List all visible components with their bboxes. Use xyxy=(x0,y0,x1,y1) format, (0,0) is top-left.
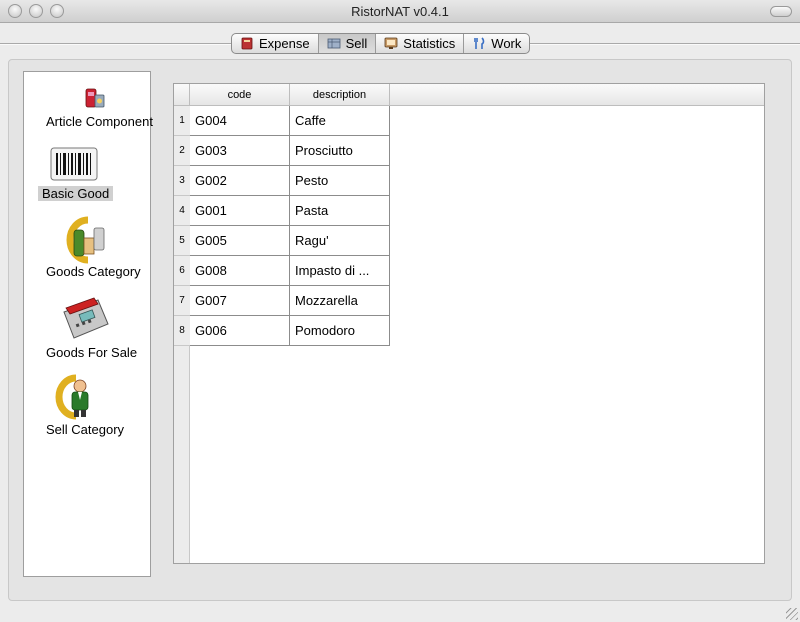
tab-sell-label: Sell xyxy=(345,36,368,51)
sidebar-item-basic-good[interactable]: Basic Good xyxy=(24,144,152,204)
table-row[interactable]: 6 G008 Impasto di ... xyxy=(174,256,390,286)
sidebar-item-label: Sell Category xyxy=(46,422,125,437)
table-corner xyxy=(174,84,190,106)
row-number: 1 xyxy=(174,106,190,136)
goods-category-icon xyxy=(66,216,105,264)
zoom-window-icon[interactable] xyxy=(50,4,64,18)
tab-work[interactable]: Work xyxy=(463,34,529,53)
row-number: 4 xyxy=(174,196,190,226)
cell-description[interactable]: Pasta xyxy=(290,196,390,226)
tab-statistics[interactable]: Statistics xyxy=(375,34,463,53)
barcode-icon xyxy=(50,147,98,181)
expense-book-icon xyxy=(241,37,253,50)
cell-code[interactable]: G001 xyxy=(190,196,290,226)
cell-description[interactable]: Pesto xyxy=(290,166,390,196)
close-window-icon[interactable] xyxy=(8,4,22,18)
title-bar: RistorNAT v0.4.1 xyxy=(0,0,800,23)
table-row[interactable]: 1 G004 Caffe xyxy=(174,106,390,136)
resize-grip-icon[interactable] xyxy=(786,608,798,620)
row-number: 5 xyxy=(174,226,190,256)
minimize-window-icon[interactable] xyxy=(29,4,43,18)
cell-description[interactable]: Pomodoro xyxy=(290,316,390,346)
sell-register-icon xyxy=(327,38,340,49)
tab-expense-label: Expense xyxy=(259,36,310,51)
cell-code[interactable]: G004 xyxy=(190,106,290,136)
table-row[interactable]: 7 G007 Mozzarella xyxy=(174,286,390,316)
row-number: 8 xyxy=(174,316,190,346)
cell-code[interactable]: G003 xyxy=(190,136,290,166)
cell-description[interactable]: Prosciutto xyxy=(290,136,390,166)
cell-description[interactable]: Impasto di ... xyxy=(290,256,390,286)
sidebar-item-goods-for-sale[interactable]: Goods For Sale xyxy=(24,292,152,362)
sidebar-item-article-component[interactable]: Article Component xyxy=(24,84,153,132)
tab-expense[interactable]: Expense xyxy=(232,34,318,53)
cell-description[interactable]: Caffe xyxy=(290,106,390,136)
main-tab-bar: Expense Sell Statistics Work xyxy=(231,33,531,54)
fork-knife-icon xyxy=(474,37,485,49)
cell-code[interactable]: G008 xyxy=(190,256,290,286)
tab-statistics-label: Statistics xyxy=(403,36,456,51)
column-header-code[interactable]: code xyxy=(190,84,290,106)
tab-sell[interactable]: Sell xyxy=(317,34,376,53)
window-title: RistorNAT v0.4.1 xyxy=(351,4,449,19)
toolbar-toggle-icon[interactable] xyxy=(770,6,792,17)
sidebar: Article Component Basic Good Goods Categ… xyxy=(23,71,153,577)
article-component-icon xyxy=(85,88,105,108)
row-number: 3 xyxy=(174,166,190,196)
cell-code[interactable]: G007 xyxy=(190,286,290,316)
sidebar-item-label: Basic Good xyxy=(38,186,114,201)
column-header-description[interactable]: description xyxy=(290,84,390,106)
row-number: 2 xyxy=(174,136,190,166)
table-row[interactable]: 2 G003 Prosciutto xyxy=(174,136,390,166)
table-row[interactable]: 4 G001 Pasta xyxy=(174,196,390,226)
sidebar-item-label: Goods For Sale xyxy=(46,345,138,360)
basic-goods-table: code description 1 G004 Caffe 2 G003 Pro… xyxy=(173,83,765,564)
sidebar-item-label: Article Component xyxy=(46,114,153,129)
cash-register-icon xyxy=(63,297,109,339)
cell-description[interactable]: Mozzarella xyxy=(290,286,390,316)
row-number: 7 xyxy=(174,286,190,316)
sell-category-icon xyxy=(55,374,89,420)
table-header: code description xyxy=(174,84,764,106)
cell-description[interactable]: Ragu' xyxy=(290,226,390,256)
row-number: 6 xyxy=(174,256,190,286)
statistics-monitor-icon xyxy=(384,37,398,49)
sidebar-item-label: Goods Category xyxy=(46,264,141,279)
cell-code[interactable]: G006 xyxy=(190,316,290,346)
sidebar-item-sell-category[interactable]: Sell Category xyxy=(24,372,152,442)
table-row[interactable]: 8 G006 Pomodoro xyxy=(174,316,390,346)
table-row[interactable]: 3 G002 Pesto xyxy=(174,166,390,196)
table-row[interactable]: 5 G005 Ragu' xyxy=(174,226,390,256)
tab-work-label: Work xyxy=(491,36,522,51)
cell-code[interactable]: G005 xyxy=(190,226,290,256)
sidebar-item-goods-category[interactable]: Goods Category xyxy=(24,216,152,280)
cell-code[interactable]: G002 xyxy=(190,166,290,196)
